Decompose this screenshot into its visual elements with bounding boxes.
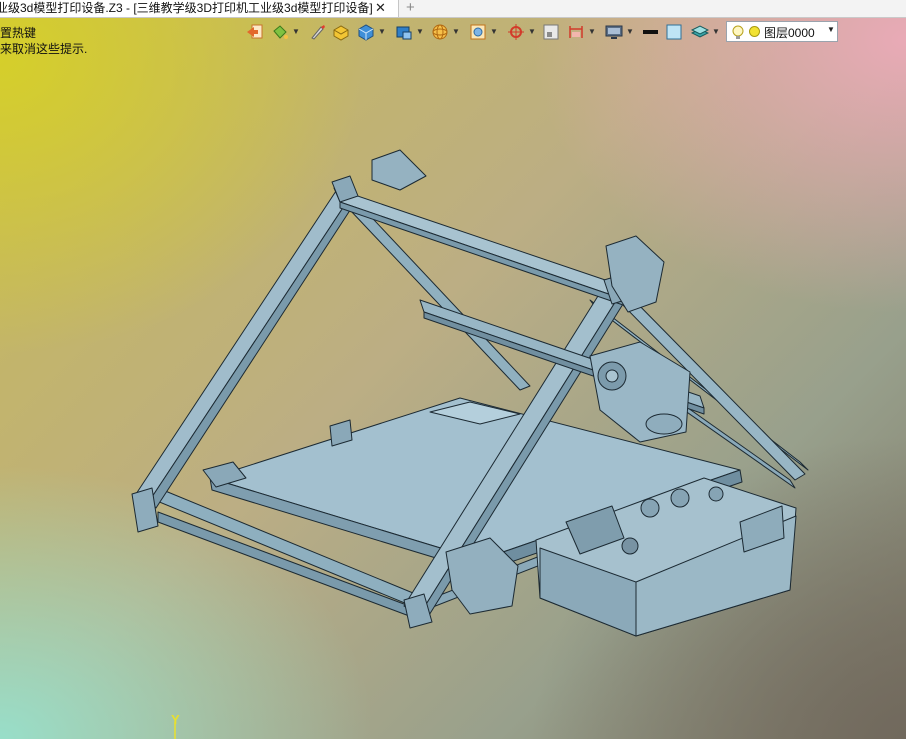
psu-fan-3 [708, 486, 724, 502]
printer-model[interactable] [0, 0, 906, 739]
z-motor-left [371, 149, 427, 191]
y-axis-label: Y [171, 712, 180, 727]
control-knob [621, 537, 639, 555]
part-cooling-duct [645, 413, 683, 435]
psu-fan-2 [670, 488, 690, 508]
top-beam [333, 187, 627, 301]
psu-fan-1 [640, 498, 660, 518]
